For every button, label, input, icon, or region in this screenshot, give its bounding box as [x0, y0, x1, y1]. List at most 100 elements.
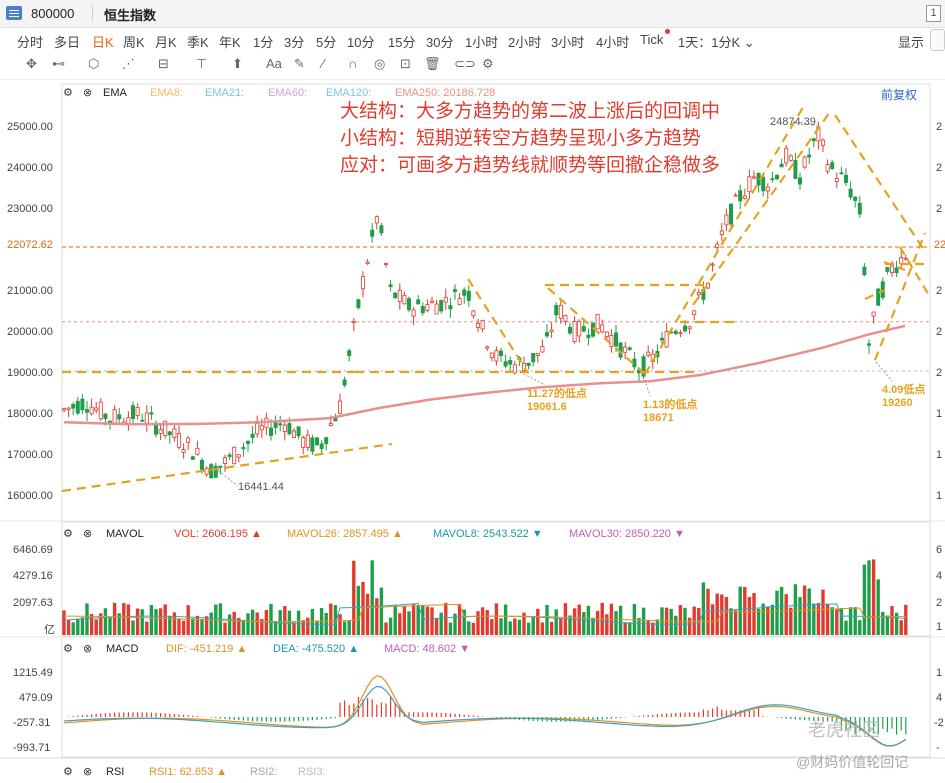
period-tab[interactable]: 周K — [123, 32, 145, 51]
volume-bar — [554, 609, 558, 635]
rsi-settings-icon[interactable]: ⚙ — [63, 765, 73, 778]
right-axis-label: 4 — [936, 692, 943, 704]
candle-body — [531, 353, 536, 363]
ruler-icon[interactable]: ∕ — [322, 56, 324, 71]
candle-body — [834, 177, 839, 182]
text-tool-icon[interactable]: Aa — [266, 56, 282, 71]
watermark-author: @财妈价值轮回记 — [796, 754, 909, 770]
period-tab[interactable]: 10分 — [347, 32, 374, 51]
menu-icon[interactable] — [6, 6, 22, 20]
line-tool-icon[interactable]: ⊷ — [52, 56, 65, 72]
period-tab[interactable]: 2小时 — [508, 32, 541, 51]
low-113-value: 18671 — [643, 412, 674, 424]
macd-axis-label: 1215.49 — [13, 667, 53, 679]
candle-body — [259, 425, 264, 431]
candle-body — [475, 322, 480, 328]
candle-body — [503, 361, 508, 367]
price-axis-label: 23000.00 — [7, 203, 53, 215]
restore-button[interactable]: 前复权 — [881, 86, 917, 103]
volume-bar — [853, 607, 857, 635]
collapse-button[interactable] — [930, 29, 945, 51]
candle-body — [181, 449, 186, 453]
link-icon[interactable]: ⊂⊃ — [454, 56, 476, 72]
candle-body — [600, 324, 605, 333]
stock-code[interactable]: 800000 — [31, 6, 74, 21]
mavol-close-icon[interactable]: ⊗ — [83, 527, 92, 540]
eye-icon[interactable]: ◎ — [374, 56, 385, 72]
period-tab[interactable]: 5分 — [316, 32, 336, 51]
candle-body — [172, 428, 177, 438]
volume-bar — [692, 606, 696, 635]
magnet-icon[interactable]: ∩ — [348, 56, 357, 71]
period-tab[interactable]: 3分 — [284, 32, 304, 51]
lock-icon[interactable]: ⊡ — [400, 56, 411, 72]
trash-icon[interactable]: 🗑 — [424, 56, 441, 72]
rsi-close-icon[interactable]: ⊗ — [83, 765, 92, 778]
wave-tool-icon[interactable]: ⋰ — [122, 56, 135, 72]
period-tab[interactable]: 多日 — [54, 32, 80, 51]
period-tab[interactable]: 季K — [187, 32, 209, 51]
candle-body — [130, 405, 135, 419]
ema-label: EMA — [103, 87, 127, 99]
move-icon[interactable]: ✥ — [26, 56, 37, 72]
volume-bar — [283, 606, 287, 635]
gear-icon[interactable]: ⚙ — [482, 56, 494, 72]
volume-bar — [526, 622, 531, 635]
volume-bar — [793, 584, 798, 635]
period-tab[interactable]: 1天：1分K ⌄ — [678, 32, 755, 51]
volume-bar — [89, 613, 94, 635]
candle-body — [646, 351, 651, 356]
candle-body — [158, 429, 163, 434]
period-tab[interactable]: 30分 — [426, 32, 453, 51]
page-number-badge[interactable]: 1 — [926, 5, 941, 22]
macd-settings-icon[interactable]: ⚙ — [63, 642, 73, 655]
candle-body — [85, 409, 90, 413]
period-tab[interactable]: 日K — [92, 32, 114, 51]
shape-tool-icon[interactable]: ⬡ — [88, 56, 99, 72]
fib-tool-icon[interactable]: ⊟ — [158, 56, 169, 72]
ema-settings-icon[interactable]: ⚙ — [63, 86, 73, 99]
candle-body — [770, 178, 775, 181]
period-tab[interactable]: 月K — [155, 32, 177, 51]
candle-body — [411, 309, 416, 317]
candle-body — [218, 465, 223, 468]
right-axis-label: 4 — [936, 570, 943, 582]
period-tab[interactable]: 4小时 — [596, 32, 629, 51]
candle-body — [439, 299, 444, 312]
period-tab[interactable]: Tick — [640, 32, 663, 47]
annotation-line-1: 大结构：大多方趋势的第二波上涨后的回调中 — [340, 101, 721, 122]
period-tab[interactable]: 分时 — [17, 32, 43, 51]
brush-icon[interactable]: ✎ — [294, 56, 305, 72]
candle-body — [135, 406, 140, 416]
right-axis-label: -2 — [934, 717, 944, 729]
chart-canvas[interactable] — [0, 80, 945, 783]
candle-body — [568, 326, 573, 334]
candle-body — [282, 424, 287, 432]
period-tab[interactable]: 1小时 — [465, 32, 498, 51]
right-axis-label: 2 — [936, 285, 943, 297]
dea-line — [63, 685, 907, 747]
annotation-line-3: 应对：可画多方趋势线就顺势等回撤企稳做多 — [340, 155, 721, 176]
measure-tool-icon[interactable]: ⊤ — [196, 56, 207, 72]
macd-close-icon[interactable]: ⊗ — [83, 642, 92, 655]
volume-bar — [338, 614, 342, 635]
ema60-label: EMA60: — [268, 87, 308, 99]
volume-bar — [214, 604, 218, 635]
arrow-tool-icon[interactable]: ⬆ — [232, 56, 243, 72]
mavol30-value: MAVOL30: 2850.220 ▼ — [569, 528, 685, 540]
candle-body — [489, 352, 494, 358]
volume-bar — [858, 620, 862, 635]
mavol8-value: MAVOL8: 2543.522 ▼ — [433, 528, 543, 540]
period-tab[interactable]: 15分 — [388, 32, 415, 51]
period-tab[interactable]: 年K — [219, 32, 241, 51]
candle-body — [738, 190, 743, 202]
right-axis-label: 1 — [936, 408, 943, 420]
candle-body — [729, 203, 734, 225]
volume-bar — [158, 608, 163, 635]
volume-bar — [752, 593, 756, 635]
period-tab[interactable]: 1分 — [253, 32, 273, 51]
period-tab[interactable]: 3小时 — [551, 32, 584, 51]
candle-body — [176, 433, 181, 448]
mavol-settings-icon[interactable]: ⚙ — [63, 527, 73, 540]
ema-close-icon[interactable]: ⊗ — [83, 86, 92, 99]
